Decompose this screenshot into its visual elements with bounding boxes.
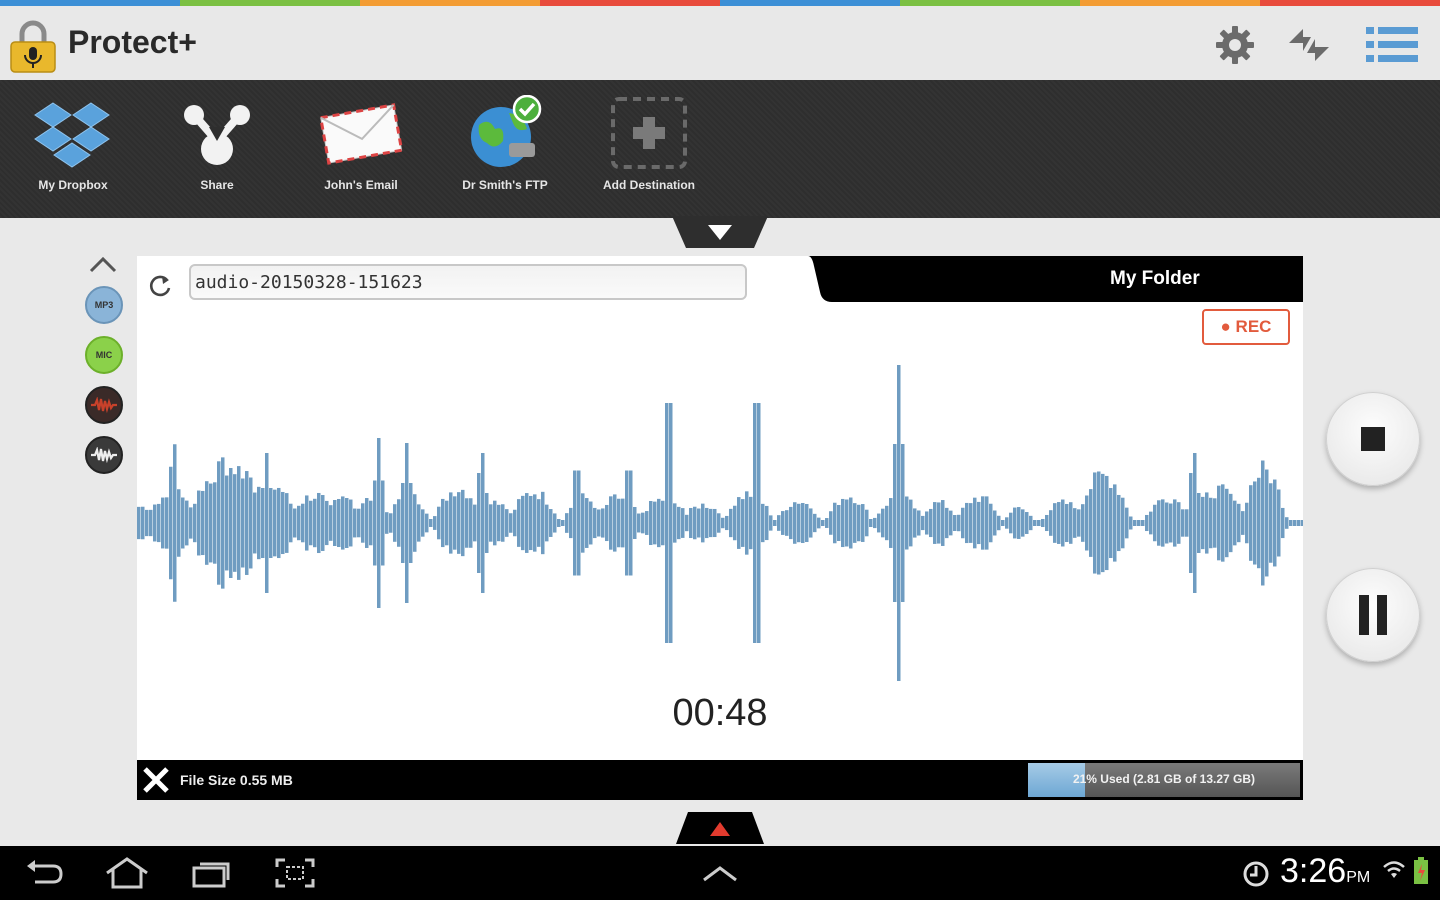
filename-input[interactable] (189, 264, 747, 300)
destination-add[interactable]: Add Destination (584, 92, 714, 212)
gear-icon (1216, 26, 1254, 64)
source-selector: MP3 MIC (80, 252, 124, 482)
destination-email[interactable]: John's Email (296, 92, 426, 212)
close-icon[interactable] (142, 765, 170, 795)
audio-waveform (137, 365, 1303, 681)
source-waveform-red-button[interactable] (85, 386, 123, 424)
back-button[interactable] (18, 856, 68, 890)
app-title: Protect+ (68, 24, 197, 60)
destination-label: Dr Smith's FTP (462, 178, 548, 192)
destination-ftp[interactable]: Dr Smith's FTP (440, 92, 570, 212)
sync-status-icon (1243, 861, 1269, 887)
chevron-up-icon (703, 866, 737, 882)
folder-name: My Folder (1110, 268, 1200, 289)
destination-label: Add Destination (603, 178, 695, 192)
destination-label: John's Email (324, 178, 398, 192)
screenshot-button[interactable] (270, 856, 320, 890)
app-bar: Protect+ (0, 6, 1440, 80)
ftp-globe-icon (471, 95, 542, 167)
wifi-icon (1383, 861, 1405, 878)
folder-tab[interactable] (808, 256, 1303, 302)
pause-button[interactable] (1326, 568, 1420, 662)
dropbox-icon (34, 102, 110, 168)
storage-usage-text: 21% Used (2.81 GB of 13.27 GB) (1072, 772, 1256, 786)
lock-mic-logo-icon (10, 20, 56, 73)
waveform-white-icon (91, 447, 117, 463)
sync-icon (1289, 29, 1329, 61)
collapse-destinations-button[interactable] (672, 216, 768, 250)
sync-button[interactable] (1284, 22, 1334, 68)
recent-apps-button[interactable] (186, 856, 236, 890)
source-waveform-white-button[interactable] (85, 436, 123, 474)
destination-dropbox[interactable]: My Dropbox (8, 92, 138, 212)
pause-icon (1359, 595, 1387, 635)
source-mp3-button[interactable]: MP3 (85, 286, 123, 324)
app-drawer-button[interactable] (695, 856, 745, 890)
menu-button[interactable] (1362, 22, 1422, 68)
source-mic-button[interactable]: MIC (85, 336, 123, 374)
system-clock: 3:26PM (1280, 852, 1371, 890)
email-icon (319, 103, 404, 165)
destinations-bar: My Dropbox Share John's Email Dr Smith's… (0, 80, 1440, 218)
waveform-bars (137, 365, 1303, 681)
destination-label: Share (200, 178, 234, 192)
expand-panel-button[interactable] (676, 812, 764, 844)
share-icon (184, 105, 250, 165)
recording-timer: 00:48 (672, 692, 768, 734)
waveform-red-icon (91, 397, 117, 413)
destination-share[interactable]: Share (152, 92, 282, 212)
chevron-up-icon[interactable] (88, 254, 118, 274)
settings-button[interactable] (1210, 22, 1260, 68)
storage-usage-bar: 21% Used (2.81 GB of 13.27 GB) (1028, 763, 1300, 797)
destination-label: My Dropbox (38, 178, 108, 192)
home-button[interactable] (102, 856, 152, 890)
stop-icon (1361, 427, 1385, 451)
stop-button[interactable] (1326, 392, 1420, 486)
refresh-icon[interactable] (146, 272, 174, 300)
file-size-label: File Size 0.55 MB (180, 772, 293, 788)
battery-icon (1414, 857, 1428, 884)
system-navigation-bar: 3:26PM (0, 846, 1440, 900)
recent-apps-icon (192, 862, 230, 888)
list-menu-icon (1366, 27, 1418, 62)
add-icon (611, 97, 687, 169)
home-icon (106, 857, 148, 889)
screenshot-icon (275, 858, 315, 888)
rec-indicator: ● REC (1202, 309, 1290, 345)
back-icon (27, 860, 63, 884)
